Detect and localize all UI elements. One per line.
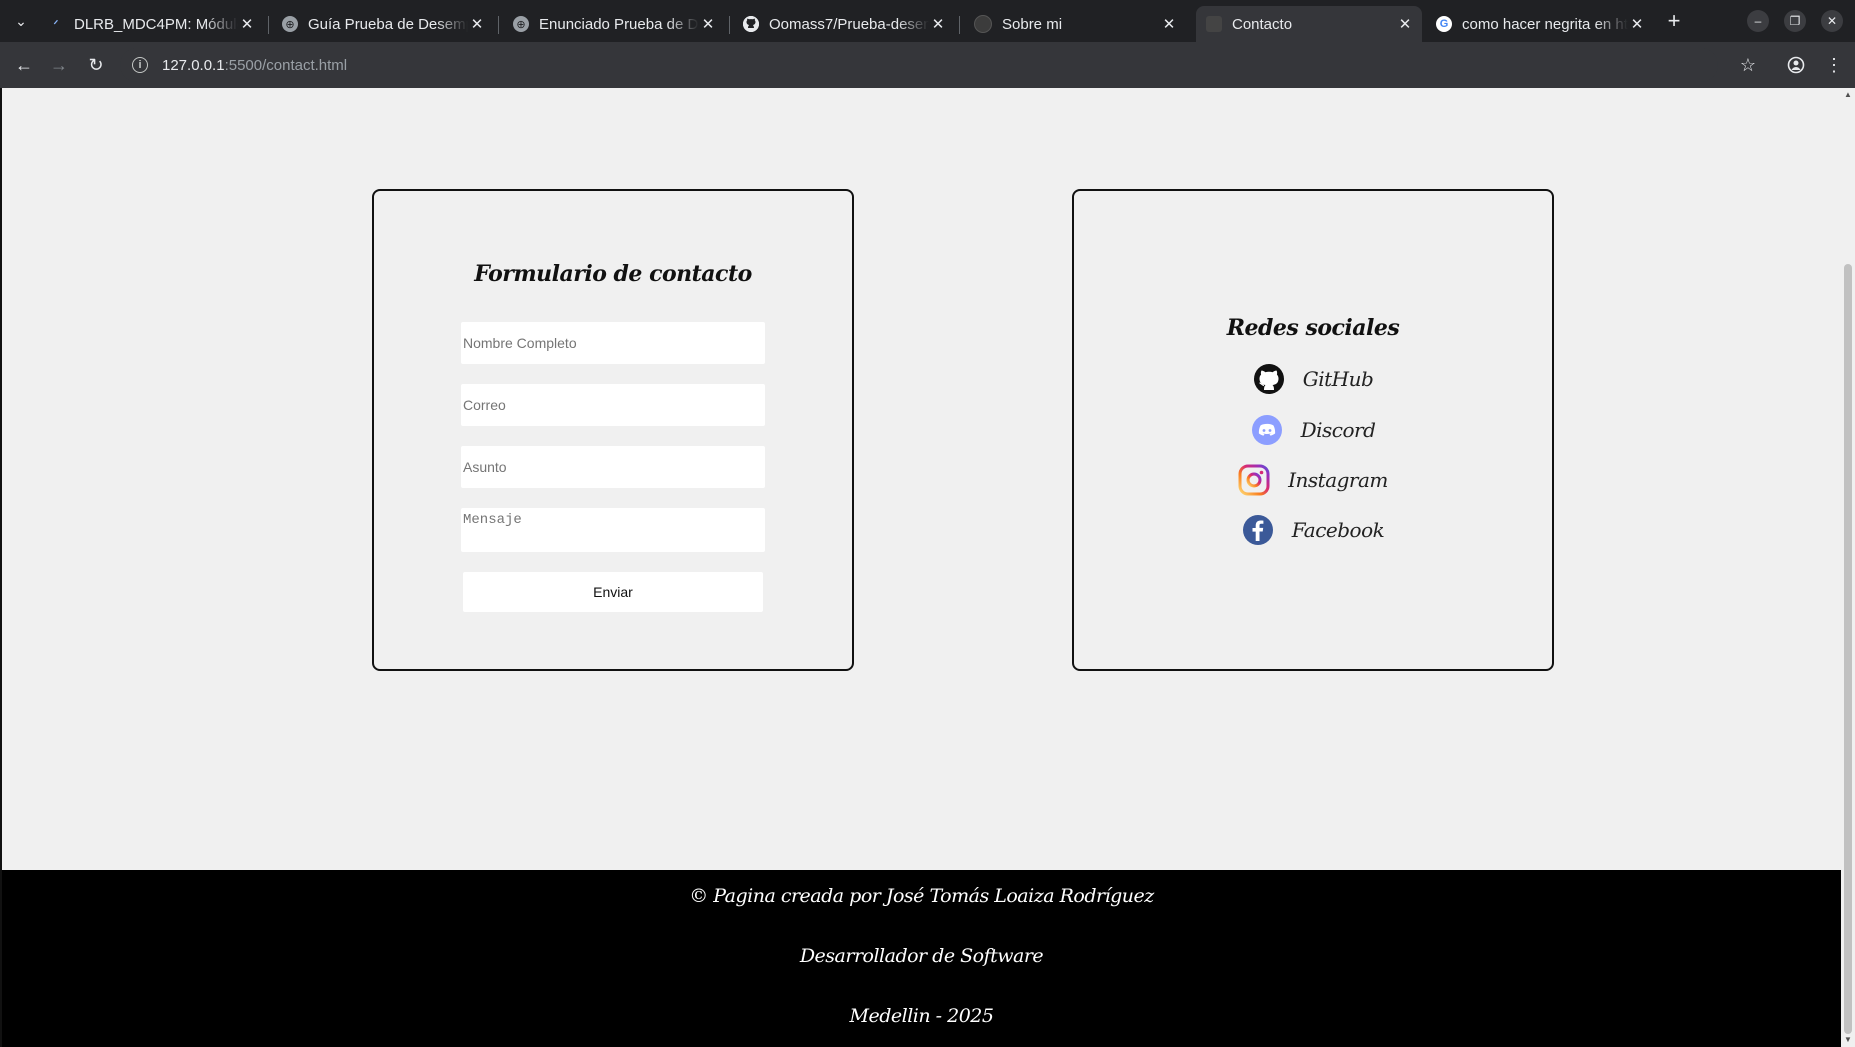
new-tab-button[interactable]: +	[1661, 8, 1687, 34]
close-tab-icon[interactable]: ✕	[1628, 15, 1646, 33]
contact-form-card: Formulario de contacto Enviar	[372, 189, 854, 671]
close-window-button[interactable]: ✕	[1821, 10, 1843, 32]
tab-separator	[268, 16, 269, 34]
tab-contacto[interactable]: Contacto ✕	[1196, 6, 1422, 42]
tab-title: DLRB_MDC4PM: Módulo 4	[74, 15, 238, 33]
tab-separator	[498, 16, 499, 34]
facebook-icon	[1242, 514, 1274, 546]
instagram-icon	[1238, 464, 1270, 496]
social-label: GitHub	[1302, 367, 1374, 391]
minimize-button[interactable]: –	[1747, 10, 1769, 32]
page-icon	[974, 15, 992, 33]
tab-dlrb[interactable]: ᐟ DLRB_MDC4PM: Módulo 4 ✕	[38, 6, 264, 42]
tab-title: Guía Prueba de Desempeño	[308, 15, 468, 33]
browser-toolbar: ← → ↻ i 127.0.0.1 :5500/contact.html ☆ ⋮	[0, 42, 1855, 88]
footer-copyright: © Pagina creada por José Tomás Loaiza Ro…	[689, 885, 1154, 907]
social-link-discord[interactable]: Discord	[1074, 412, 1552, 448]
bookmark-star-icon[interactable]: ☆	[1736, 53, 1760, 77]
tab-search-icon[interactable]: ⌄	[8, 9, 34, 33]
email-input[interactable]	[461, 384, 765, 426]
social-link-instagram[interactable]: Instagram	[1074, 462, 1552, 498]
scroll-up-arrow-icon[interactable]: ▲	[1843, 90, 1853, 100]
tab-google-search[interactable]: G como hacer negrita en html ✕	[1426, 6, 1654, 42]
scroll-down-arrow-icon[interactable]: ▼	[1843, 1035, 1853, 1045]
name-input[interactable]	[461, 322, 765, 364]
submit-button[interactable]: Enviar	[463, 572, 763, 612]
forward-button[interactable]: →	[47, 53, 71, 77]
message-textarea[interactable]	[461, 508, 765, 552]
footer-location: Medellin - 2025	[849, 1005, 994, 1027]
lms-icon: ᐟ	[53, 18, 59, 31]
contact-form-title: Formulario de contacto	[474, 261, 752, 287]
social-title: Redes sociales	[1226, 315, 1400, 341]
tab-github-repo[interactable]: Oomass7/Prueba-desempeño ✕	[733, 6, 955, 42]
tab-title: como hacer negrita en html	[1462, 15, 1628, 33]
social-card: Redes sociales GitHub Discord Instagram …	[1072, 189, 1554, 671]
close-tab-icon[interactable]: ✕	[1160, 15, 1178, 33]
url-host: 127.0.0.1	[162, 56, 225, 74]
tab-title: Enunciado Prueba de Desempeño	[539, 15, 699, 33]
footer-role: Desarrollador de Software	[799, 945, 1044, 967]
social-label: Facebook	[1291, 518, 1385, 542]
reload-button[interactable]: ↻	[84, 53, 108, 77]
page-footer: © Pagina creada por José Tomás Loaiza Ro…	[2, 870, 1841, 1047]
github-icon	[743, 16, 759, 32]
scrollbar-thumb[interactable]	[1844, 264, 1852, 1034]
page-viewport: Formulario de contacto Enviar Redes soci…	[0, 88, 1855, 1047]
url-path: :5500/contact.html	[224, 56, 348, 74]
tab-title: Sobre mi	[1002, 15, 1063, 33]
browser-menu-icon[interactable]: ⋮	[1822, 53, 1846, 77]
tab-enunciado[interactable]: ⊕ Enunciado Prueba de Desempeño ✕	[503, 6, 725, 42]
profile-icon[interactable]	[1784, 53, 1808, 77]
close-tab-icon[interactable]: ✕	[1396, 15, 1414, 33]
close-tab-icon[interactable]: ✕	[238, 15, 256, 33]
globe-icon: ⊕	[282, 16, 298, 32]
social-label: Instagram	[1288, 468, 1388, 492]
tab-sobre-mi[interactable]: Sobre mi ✕	[964, 6, 1186, 42]
vertical-scrollbar[interactable]: ▲ ▼	[1841, 88, 1855, 1047]
social-link-facebook[interactable]: Facebook	[1074, 512, 1552, 548]
discord-icon	[1251, 414, 1283, 446]
tab-separator	[729, 16, 730, 34]
social-link-github[interactable]: GitHub	[1074, 361, 1552, 397]
address-bar[interactable]: i 127.0.0.1 :5500/contact.html	[120, 48, 1718, 82]
social-label: Discord	[1300, 418, 1376, 442]
site-info-icon[interactable]: i	[132, 57, 148, 73]
tab-title: Oomass7/Prueba-desempeño	[769, 15, 929, 33]
tab-title: Contacto	[1232, 15, 1293, 33]
close-tab-icon[interactable]: ✕	[468, 15, 486, 33]
google-icon: G	[1436, 16, 1452, 32]
close-tab-icon[interactable]: ✕	[929, 15, 947, 33]
subject-input[interactable]	[461, 446, 765, 488]
restore-button[interactable]: ❐	[1784, 10, 1806, 32]
globe-icon: ⊕	[513, 16, 529, 32]
tab-separator	[959, 16, 960, 34]
close-tab-icon[interactable]: ✕	[699, 15, 717, 33]
github-icon	[1253, 363, 1285, 395]
browser-tab-bar: ⌄ ᐟ DLRB_MDC4PM: Módulo 4 ✕ ⊕ Guía Prueb…	[0, 0, 1855, 42]
back-button[interactable]: ←	[12, 53, 36, 77]
tab-guia[interactable]: ⊕ Guía Prueba de Desempeño ✕	[272, 6, 494, 42]
page-icon	[1206, 16, 1222, 32]
